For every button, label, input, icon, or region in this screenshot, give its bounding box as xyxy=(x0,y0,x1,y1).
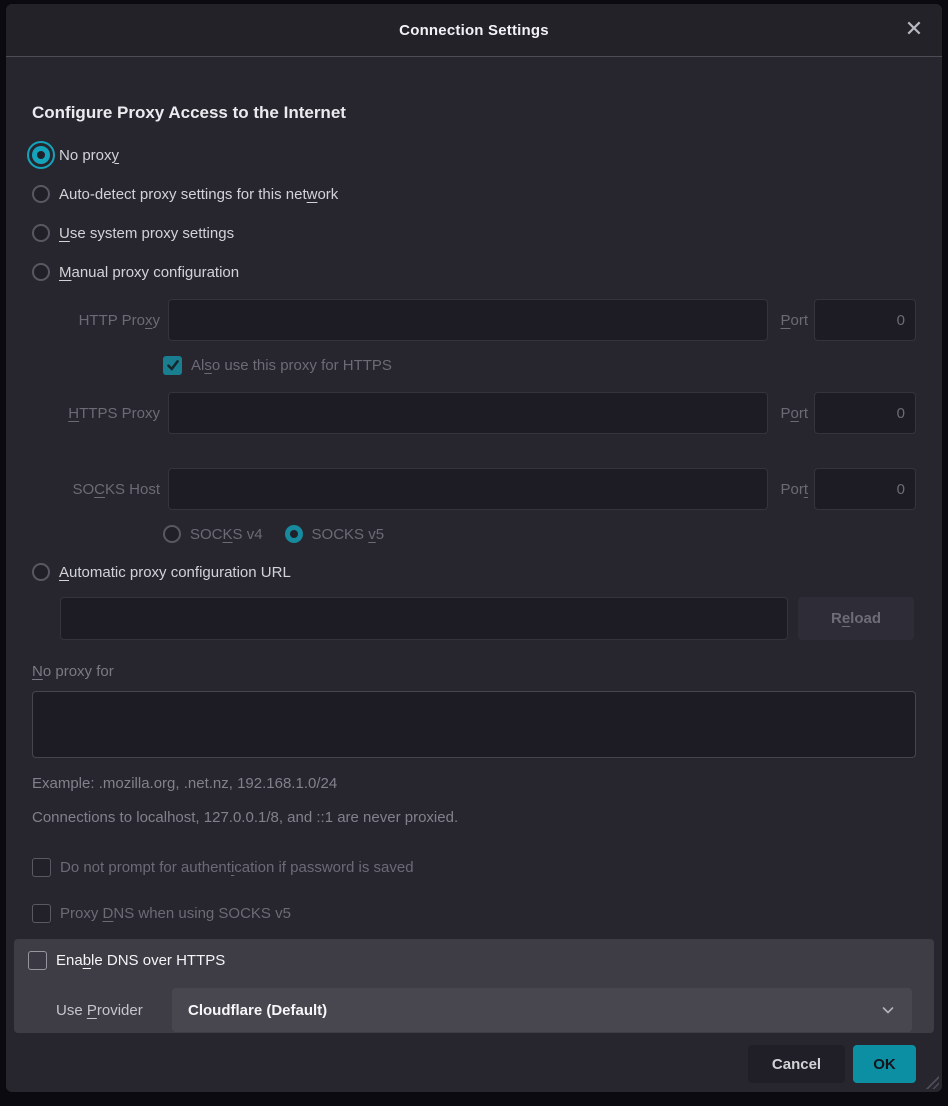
http-proxy-input[interactable] xyxy=(168,299,768,341)
auto-config-url-row: Reload xyxy=(32,597,916,640)
proxy-dns-checkbox[interactable] xyxy=(32,904,51,923)
doh-provider-label: Use Provider xyxy=(56,1002,172,1019)
radio-socks-v5[interactable] xyxy=(285,525,303,543)
http-proxy-label: HTTP Proxy xyxy=(32,312,160,329)
close-icon: ✕ xyxy=(905,19,923,41)
radio-no-proxy-label[interactable]: No proxy xyxy=(59,147,119,164)
no-auth-prompt-label[interactable]: Do not prompt for authentication if pass… xyxy=(60,859,414,876)
https-proxy-input[interactable] xyxy=(168,392,768,434)
socks-port-input[interactable] xyxy=(814,468,916,510)
radio-auto-config-url-label[interactable]: Automatic proxy configuration URL xyxy=(59,564,291,581)
http-port-input[interactable] xyxy=(814,299,916,341)
socks-host-row: SOCKS Host Port xyxy=(32,468,916,510)
chevron-down-icon xyxy=(880,1002,896,1018)
also-https-checkbox[interactable] xyxy=(163,356,182,375)
no-proxy-for-label-row: No proxy for xyxy=(32,659,916,683)
https-port-label: Port xyxy=(780,405,808,422)
example-text: Example: .mozilla.org, .net.nz, 192.168.… xyxy=(32,772,916,796)
radio-manual-proxy[interactable] xyxy=(32,263,50,281)
radio-system-proxy[interactable] xyxy=(32,224,50,242)
radio-socks-v4-label[interactable]: SOCKS v4 xyxy=(190,526,263,543)
socks-host-label: SOCKS Host xyxy=(32,481,160,498)
resize-grip[interactable] xyxy=(924,1074,939,1089)
enable-doh-label[interactable]: Enable DNS over HTTPS xyxy=(56,952,225,969)
no-auth-prompt-checkbox[interactable] xyxy=(32,858,51,877)
checkmark-icon xyxy=(165,357,181,373)
doh-provider-select[interactable]: Cloudflare (Default) xyxy=(172,988,912,1032)
https-proxy-row: HTTPS Proxy Port xyxy=(32,392,916,434)
close-button[interactable]: ✕ xyxy=(900,16,928,44)
doh-provider-value: Cloudflare (Default) xyxy=(188,1002,880,1019)
proxy-mode-system[interactable]: Use system proxy settings xyxy=(32,221,916,245)
radio-manual-proxy-label[interactable]: Manual proxy configuration xyxy=(59,264,239,281)
reload-button[interactable]: Reload xyxy=(798,597,914,640)
proxy-mode-no-proxy[interactable]: No proxy xyxy=(32,143,916,167)
radio-socks-v5-label[interactable]: SOCKS v5 xyxy=(312,526,385,543)
proxy-mode-auto-url[interactable]: Automatic proxy configuration URL xyxy=(32,560,916,584)
doh-provider-row: Use Provider Cloudflare (Default) xyxy=(28,988,912,1032)
proxy-dns-label[interactable]: Proxy DNS when using SOCKS v5 xyxy=(60,905,291,922)
enable-doh-row[interactable]: Enable DNS over HTTPS xyxy=(28,948,912,972)
enable-doh-checkbox[interactable] xyxy=(28,951,47,970)
dialog-content: Configure Proxy Access to the Internet N… xyxy=(6,57,942,925)
radio-system-proxy-label[interactable]: Use system proxy settings xyxy=(59,225,234,242)
radio-socks-v4[interactable] xyxy=(163,525,181,543)
radio-auto-config-url[interactable] xyxy=(32,563,50,581)
socks-version-row: SOCKS v4 SOCKS v5 xyxy=(163,522,916,546)
connection-settings-dialog: Connection Settings ✕ Configure Proxy Ac… xyxy=(6,4,942,1092)
https-port-input[interactable] xyxy=(814,392,916,434)
radio-auto-detect-label[interactable]: Auto-detect proxy settings for this netw… xyxy=(59,186,338,203)
dialog-titlebar: Connection Settings ✕ xyxy=(6,4,942,57)
https-proxy-label: HTTPS Proxy xyxy=(32,405,160,422)
no-proxy-for-label: No proxy for xyxy=(32,663,114,680)
also-https-label[interactable]: Also use this proxy for HTTPS xyxy=(191,357,392,374)
localhost-note: Connections to localhost, 127.0.0.1/8, a… xyxy=(32,806,916,830)
cancel-button[interactable]: Cancel xyxy=(748,1045,845,1083)
ok-button[interactable]: OK xyxy=(853,1045,916,1083)
radio-no-proxy[interactable] xyxy=(32,146,50,164)
no-auth-prompt-row[interactable]: Do not prompt for authentication if pass… xyxy=(32,855,916,879)
http-port-label: Port xyxy=(780,312,808,329)
socks-port-label: Port xyxy=(780,481,808,498)
radio-auto-detect[interactable] xyxy=(32,185,50,203)
no-proxy-for-textarea[interactable] xyxy=(32,691,916,758)
doh-section: Enable DNS over HTTPS Use Provider Cloud… xyxy=(14,939,934,1033)
http-proxy-row: HTTP Proxy Port xyxy=(32,299,916,341)
dialog-footer: Cancel OK xyxy=(6,1045,916,1083)
proxy-mode-auto-detect[interactable]: Auto-detect proxy settings for this netw… xyxy=(32,182,916,206)
auto-config-url-input[interactable] xyxy=(60,597,788,640)
page-title: Configure Proxy Access to the Internet xyxy=(32,101,916,125)
proxy-dns-row[interactable]: Proxy DNS when using SOCKS v5 xyxy=(32,901,916,925)
proxy-mode-manual[interactable]: Manual proxy configuration xyxy=(32,260,916,284)
dialog-title: Connection Settings xyxy=(399,22,549,39)
socks-host-input[interactable] xyxy=(168,468,768,510)
also-https-row[interactable]: Also use this proxy for HTTPS xyxy=(163,353,916,377)
